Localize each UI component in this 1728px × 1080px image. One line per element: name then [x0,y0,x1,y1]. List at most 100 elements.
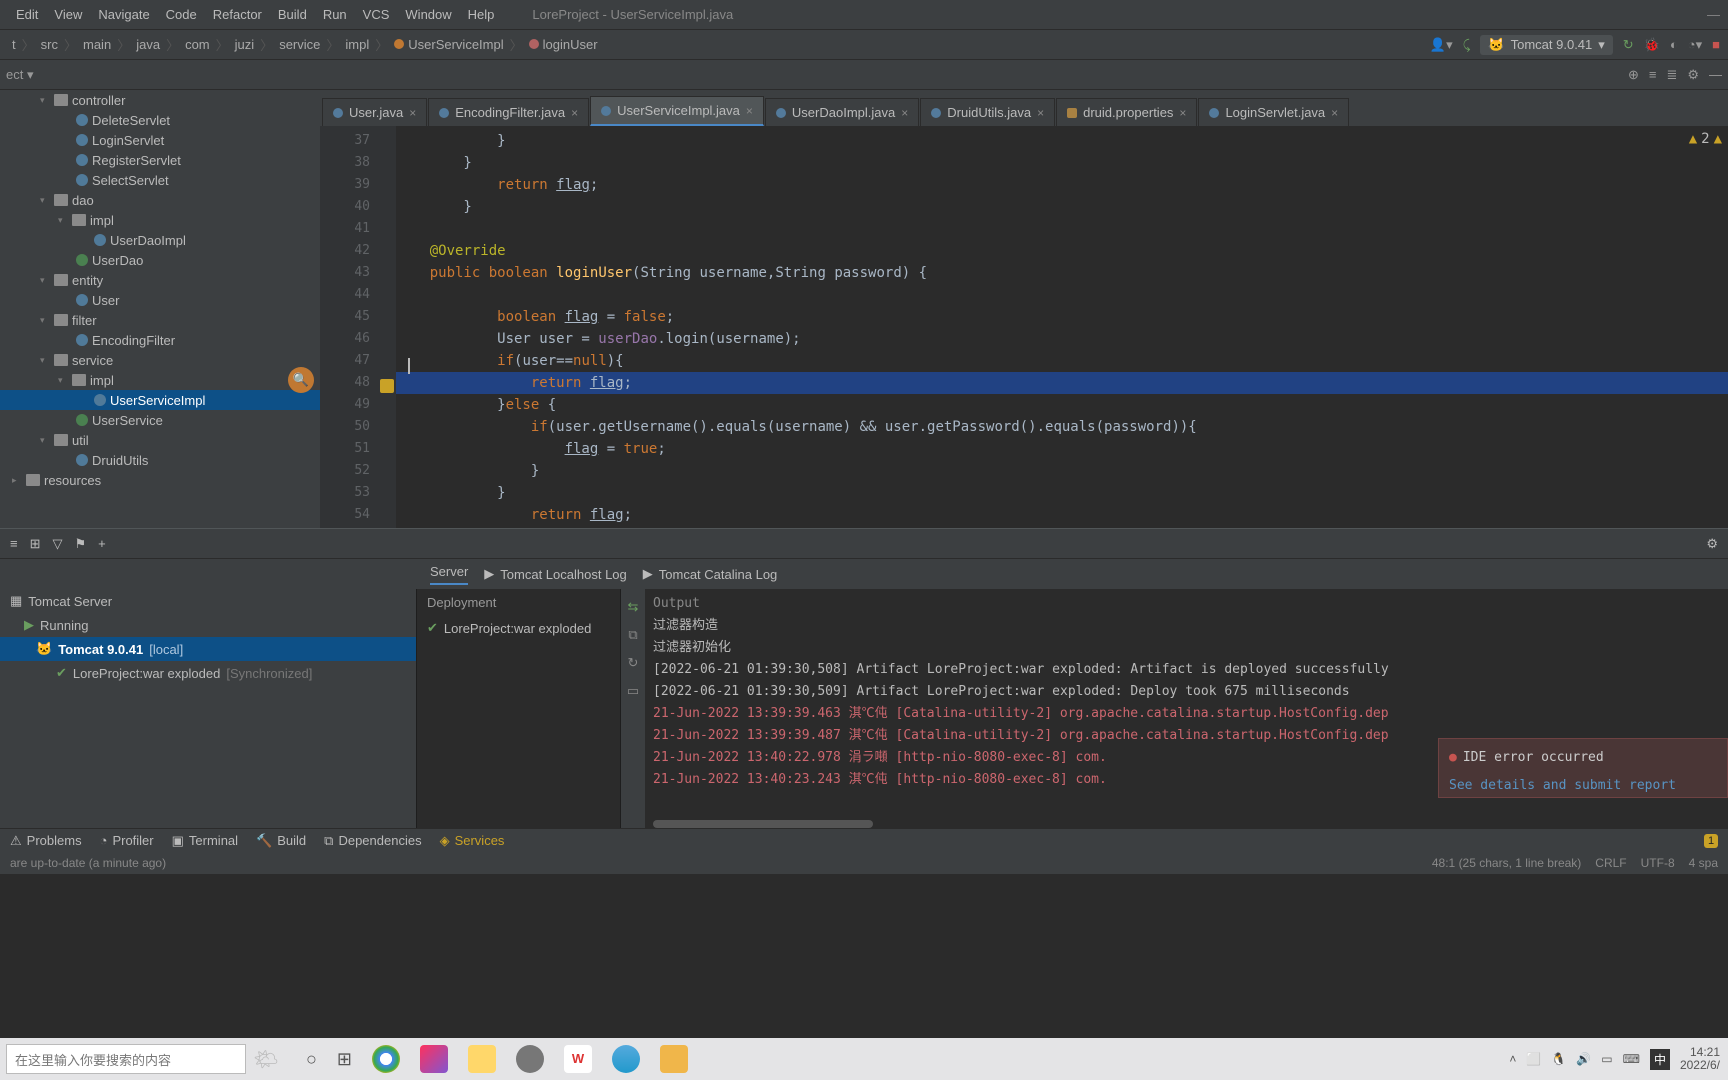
tree-icon[interactable]: ⊞ [30,536,41,552]
close-icon[interactable]: × [1331,106,1338,120]
tree-class[interactable]: RegisterServlet [0,150,320,170]
tray-icon[interactable]: ⬜ [1526,1052,1541,1066]
hide-icon[interactable]: — [1709,67,1722,83]
chrome-icon[interactable] [372,1045,400,1073]
profile-icon[interactable]: ◔▾ [1688,37,1702,53]
tree-folder-resources[interactable]: ▸resources [0,470,320,490]
close-icon[interactable]: × [409,106,416,120]
app-icon[interactable] [516,1045,544,1073]
tree-class[interactable]: UserDaoImpl [0,230,320,250]
user-icon[interactable]: 👤▾ [1430,37,1453,53]
tab-server[interactable]: Server [430,564,468,585]
menu-edit[interactable]: Edit [8,7,46,22]
scrollbar[interactable] [653,820,873,828]
collapse-icon[interactable]: ≣ [1666,67,1677,83]
tab-problems[interactable]: ⚠Problems [10,833,82,849]
tree-folder-filter[interactable]: ▾filter [0,310,320,330]
deployment-item[interactable]: ✔LoreProject:war exploded [417,616,620,640]
tree-class[interactable]: DeleteServlet [0,110,320,130]
breadcrumb[interactable]: impl [341,37,373,52]
menu-navigate[interactable]: Navigate [90,7,157,22]
project-tree[interactable]: ▾controller DeleteServlet LoginServlet R… [0,90,320,528]
breadcrumb[interactable]: t [8,37,20,52]
tree-class[interactable]: DruidUtils [0,450,320,470]
explorer-icon[interactable] [468,1045,496,1073]
tray-ime[interactable]: 中 [1650,1049,1670,1070]
debug-icon[interactable]: 🐞 [1644,37,1660,53]
folder-icon[interactable] [660,1045,688,1073]
ide-error-link[interactable]: See details and submit report [1449,775,1717,797]
tree-interface[interactable]: UserDao [0,250,320,270]
output-console[interactable]: Output 过滤器构造 过滤器初始化 [2022-06-21 01:39:30… [645,589,1728,828]
expand-icon[interactable]: ≡ [1649,67,1657,83]
editor-tab[interactable]: DruidUtils.java× [920,98,1055,126]
tab-profiler[interactable]: ◔Profiler [100,833,154,848]
tree-folder-util[interactable]: ▾util [0,430,320,450]
status-lineending[interactable]: CRLF [1595,856,1626,870]
tree-class[interactable]: EncodingFilter [0,330,320,350]
breadcrumb[interactable]: com [181,37,214,52]
tree-folder-impl[interactable]: ▾impl [0,210,320,230]
services-item[interactable]: ▶Running [0,613,416,637]
build-icon[interactable]: ⤹ [1463,37,1471,53]
add-icon[interactable]: + [98,536,106,551]
warning-icon[interactable]: ▲ [1689,128,1697,150]
status-indent[interactable]: 4 spa [1689,856,1718,870]
app-icon[interactable] [612,1045,640,1073]
tab-catalina-log[interactable]: ▶Tomcat Catalina Log [643,566,778,582]
tray-battery-icon[interactable]: ▭ [1601,1052,1612,1066]
menu-help[interactable]: Help [460,7,503,22]
tree-class[interactable]: User [0,290,320,310]
close-icon[interactable]: × [571,106,578,120]
browser-icon[interactable]: ▭ [627,683,639,699]
tab-dependencies[interactable]: ⧉Dependencies [324,833,421,849]
tree-class[interactable]: SelectServlet [0,170,320,190]
tray-keyboard-icon[interactable]: ⌨ [1623,1052,1640,1066]
breadcrumb[interactable]: java [132,37,164,52]
tray-date[interactable]: 2022/6/ [1680,1058,1720,1072]
coverage-icon[interactable]: ◐ [1670,37,1678,52]
editor-tab[interactable]: UserDaoImpl.java× [765,98,919,126]
editor-tab[interactable]: User.java× [322,98,427,126]
tray-time[interactable]: 14:21 [1690,1045,1720,1059]
stop-icon[interactable]: ■ [1712,37,1720,52]
tree-class-selected[interactable]: UserServiceImpl [0,390,320,410]
tree-folder-impl-service[interactable]: ▾impl🔍 [0,370,320,390]
gear-icon[interactable]: ⚙ [1706,536,1718,552]
intellij-icon[interactable] [420,1045,448,1073]
filter2-icon[interactable]: ▽ [53,536,63,552]
link-icon[interactable]: ⧉ [628,627,637,643]
tray-icon[interactable]: 🐧 [1551,1052,1566,1066]
services-item-selected[interactable]: 🐱Tomcat 9.0.41 [local] [0,637,416,661]
weather-icon[interactable]: 🌤 [253,1047,278,1072]
windows-search[interactable]: 在这里输入你要搜索的内容 [6,1044,246,1074]
cortana-icon[interactable]: ○ [306,1049,317,1070]
minimize-icon[interactable]: — [1707,7,1720,22]
warning-icon[interactable]: ▲ [1714,128,1722,150]
search-icon[interactable]: 🔍 [288,367,314,393]
tab-build[interactable]: 🔨Build [256,833,306,849]
tree-class[interactable]: LoginServlet [0,130,320,150]
editor-tab-active[interactable]: UserServiceImpl.java× [590,96,764,126]
editor-tab[interactable]: LoginServlet.java× [1198,98,1349,126]
tab-terminal[interactable]: ▣Terminal [172,833,238,849]
menu-code[interactable]: Code [158,7,205,22]
services-tree[interactable]: ▦Tomcat Server ▶Running 🐱Tomcat 9.0.41 [… [0,589,416,828]
breadcrumb[interactable]: service [275,37,324,52]
menu-view[interactable]: View [46,7,90,22]
tab-services[interactable]: ◈Services [440,833,505,849]
tray-sound-icon[interactable]: 🔊 [1576,1052,1591,1066]
rerun-icon[interactable]: ↻ [1623,37,1634,53]
tray-up-icon[interactable]: ˄ [1509,1052,1516,1066]
bulb-icon[interactable] [380,379,394,393]
ide-error-notification[interactable]: ●IDE error occurred See details and subm… [1438,738,1728,798]
breadcrumb[interactable]: main [79,37,115,52]
menu-refactor[interactable]: Refactor [205,7,270,22]
tree-folder-controller[interactable]: ▾controller [0,90,320,110]
wps-icon[interactable]: W [564,1045,592,1073]
run-config-selector[interactable]: 🐱 Tomcat 9.0.41 ▾ [1480,35,1612,55]
menu-run[interactable]: Run [315,7,355,22]
taskview-icon[interactable]: ⊞ [337,1049,352,1070]
breadcrumb-method[interactable]: loginUser [525,37,602,52]
editor-tab[interactable]: druid.properties× [1056,98,1197,126]
